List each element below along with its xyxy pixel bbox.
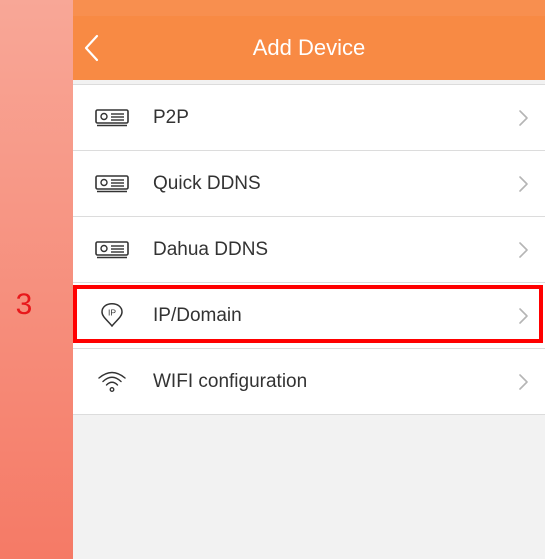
menu-item-dahua-ddns[interactable]: Dahua DDNS (73, 217, 545, 283)
navigation-bar: Add Device (73, 16, 545, 80)
chevron-right-icon (519, 374, 528, 390)
add-device-menu: P2P Quick DDNS Dahua DDNS IP IP/Domain W… (73, 84, 545, 415)
status-bar (73, 0, 545, 16)
chevron-right-icon (519, 242, 528, 258)
ip-location-icon: IP (101, 303, 123, 327)
back-button[interactable] (79, 30, 107, 66)
menu-item-label: WIFI configuration (153, 371, 308, 392)
menu-item-label: Quick DDNS (153, 173, 261, 194)
chevron-right-icon (519, 176, 528, 192)
chevron-right-icon (519, 308, 528, 324)
chevron-left-icon (84, 34, 99, 62)
phone-screen: Add Device P2P Quick DDNS Dahua DDNS IP … (73, 0, 545, 559)
menu-item-ip-domain[interactable]: IP IP/Domain (73, 283, 545, 349)
chevron-right-icon (519, 110, 528, 126)
menu-item-wifi-configuration[interactable]: WIFI configuration (73, 349, 545, 415)
page-title: Add Device (252, 35, 366, 60)
menu-item-label: Dahua DDNS (153, 239, 269, 260)
menu-item-p2p[interactable]: P2P (73, 85, 545, 151)
svg-text:IP: IP (108, 308, 116, 318)
dvr-device-icon (95, 175, 129, 193)
menu-item-quick-ddns[interactable]: Quick DDNS (73, 151, 545, 217)
dvr-device-icon (95, 109, 129, 127)
dvr-device-icon (95, 241, 129, 259)
menu-item-label: P2P (153, 107, 189, 128)
menu-item-label: IP/Domain (153, 305, 242, 326)
step-number-annotation: 3 (15, 288, 33, 321)
wifi-icon (98, 371, 126, 392)
